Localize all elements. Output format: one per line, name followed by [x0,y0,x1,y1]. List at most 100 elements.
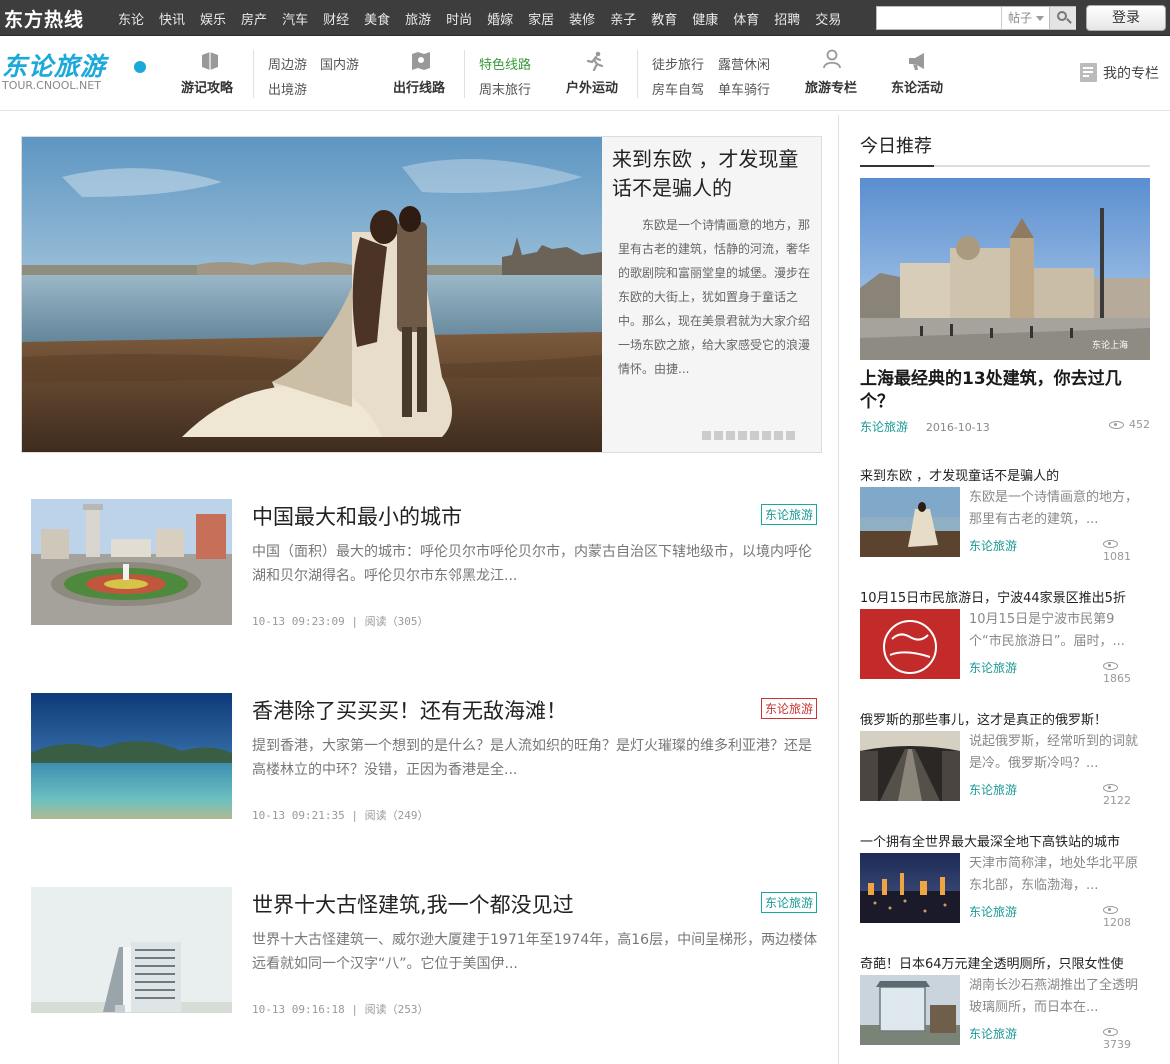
article-meta: 10-13 09:21:35 | 阅读（249） [252,809,429,822]
article-title[interactable]: 中国最大和最小的城市 [252,501,462,531]
recommend-thumbnail[interactable] [860,853,960,923]
article-thumbnail[interactable] [31,887,232,1013]
brand-logo[interactable]: 东论旅游 TOUR.CNOOL.NET [0,47,150,101]
top-nav-item[interactable]: 亲子 [610,9,636,28]
recommend-thumbnail[interactable] [860,731,960,801]
top-nav-item[interactable]: 东论 [118,9,144,28]
login-button[interactable]: 登录 [1086,5,1166,31]
top-nav-item[interactable]: 健康 [692,9,718,28]
article-title[interactable]: 香港除了买买买！还有无敌海滩！ [252,695,567,725]
recommend-item: 俄罗斯的那些事儿，这才是真正的俄罗斯！ 说起俄罗斯，经常听到的词就是冷。俄罗斯冷… [860,709,1150,819]
recommend-summary: 10月15日是宁波市民第9个“市民旅游日”。届时，... [969,612,1125,649]
carousel-dot[interactable] [762,431,771,440]
my-column-link[interactable]: 我的专栏 [1080,63,1159,83]
nav-sub-item[interactable]: 周边游 [268,54,307,73]
top-nav-item[interactable]: 财经 [323,9,349,28]
recommend-thumbnail[interactable] [860,487,960,557]
recommend-title[interactable]: 10月15日市民旅游日，宁波44家景区推出5折 [860,587,1126,606]
carousel-dot[interactable] [738,431,747,440]
nav-travelogue[interactable]: 游记攻略 [181,77,233,96]
top-nav-item[interactable]: 时尚 [446,9,472,28]
brand-url: TOUR.CNOOL.NET [2,79,101,92]
article-thumbnail[interactable] [31,693,232,819]
top-nav-item[interactable]: 装修 [569,9,595,28]
view-count: 452 [1109,418,1150,431]
featured-article[interactable]: 来到东欧 ，才发现童话不是骗人的 东欧是一个诗情画意的地方，那里有古老的建筑，恬… [21,136,822,453]
search-scope-select[interactable]: 帖子 [1001,7,1049,29]
category-tag[interactable]: 东论旅游 [761,504,818,525]
recommend-thumbnail[interactable] [860,609,960,679]
category-tag[interactable]: 东论旅游 [969,537,1017,554]
carousel-dot[interactable] [774,431,783,440]
category-tag[interactable]: 东论旅游 [860,420,908,434]
category-tag[interactable]: 东论旅游 [761,892,818,913]
recommend-title[interactable]: 俄罗斯的那些事儿，这才是真正的俄罗斯！ [860,709,1107,728]
recommend-title[interactable]: 奇葩！日本64万元建全透明厕所，只限女性使 [860,953,1124,972]
category-tag[interactable]: 东论旅游 [761,698,818,719]
eye-icon [1103,1028,1118,1036]
nav-sub-item[interactable]: 房车自驾 [652,79,704,98]
top-nav-item[interactable]: 旅游 [405,9,431,28]
nav-events[interactable]: 东论活动 [891,77,943,96]
category-tag[interactable]: 东论旅游 [969,781,1017,798]
view-count: 1208 [1103,903,1150,929]
carousel-dot[interactable] [786,431,795,440]
top-nav-item[interactable]: 教育 [651,9,677,28]
search-input[interactable] [877,7,1001,29]
top-nav-item[interactable]: 家居 [528,9,554,28]
search-box: 帖子 [876,6,1076,30]
nav-sub-item[interactable]: 周末旅行 [479,79,531,98]
view-count-value: 452 [1129,418,1150,431]
nav-column[interactable]: 旅游专栏 [805,77,857,96]
column-divider [838,115,839,1064]
category-tag[interactable]: 东论旅游 [969,1025,1017,1042]
nav-sub-item[interactable]: 国内游 [320,54,359,73]
top-nav-item[interactable]: 招聘 [774,9,800,28]
featured-image[interactable] [22,137,602,452]
article-summary: 世界十大古怪建筑一、威尔逊大厦建于1971年至1974年，高16层，中间呈梯形，… [252,932,818,972]
carousel-dot[interactable] [750,431,759,440]
recommend-thumbnail[interactable] [860,975,960,1045]
top-nav-item[interactable]: 房产 [241,9,267,28]
sidebar-hero-title[interactable]: 上海最经典的13处建筑，你去过几个？ [860,368,1150,414]
nav-sub-item[interactable]: 露营休闲 [718,54,770,73]
channel-nav: 东论旅游 TOUR.CNOOL.NET 游记攻略 周边游 国内游 出境游 出行线… [0,37,1170,111]
nav-sub-item[interactable]: 单车骑行 [718,79,770,98]
category-tag[interactable]: 东论旅游 [969,659,1017,676]
carousel-dot[interactable] [702,431,711,440]
top-nav: 东论 快讯 娱乐 房产 汽车 财经 美食 旅游 时尚 婚嫁 家居 装修 亲子 教… [118,9,856,28]
top-nav-item[interactable]: 美食 [364,9,390,28]
nav-sub-item[interactable]: 出境游 [268,79,307,98]
recommend-title[interactable]: 一个拥有全世界最大最深全地下高铁站的城市 [860,831,1120,850]
carousel-dot[interactable] [714,431,723,440]
recommend-summary: 湖南长沙石燕湖推出了全透明玻璃厕所，而日本在... [969,978,1139,1015]
eye-icon [1103,540,1118,548]
top-nav-item[interactable]: 婚嫁 [487,9,513,28]
article-item: 香港除了买买买！还有无敌海滩！ 东论旅游 提到香港，大家第一个想到的是什么？是人… [31,693,821,823]
site-logo[interactable]: 东方热线 [4,5,84,32]
eye-icon [1109,421,1124,429]
article-meta: 10-13 09:23:09 | 阅读（305） [252,615,429,628]
category-tag[interactable]: 东论旅游 [969,903,1017,920]
carousel-dot[interactable] [726,431,735,440]
recommend-title[interactable]: 来到东欧 ，才发现童话不是骗人的 [860,465,1059,484]
nav-outdoor[interactable]: 户外运动 [566,77,618,96]
top-nav-item[interactable]: 汽车 [282,9,308,28]
article-thumbnail[interactable] [31,499,232,625]
top-nav-item[interactable]: 交易 [815,9,841,28]
featured-title[interactable]: 来到东欧 ，才发现童话不是骗人的 [612,145,812,203]
article-title[interactable]: 世界十大古怪建筑,我一个都没见过 [252,889,574,919]
top-nav-item[interactable]: 快讯 [159,9,185,28]
nav-sub-item[interactable]: 徒步旅行 [652,54,704,73]
recommend-item: 10月15日市民旅游日，宁波44家景区推出5折 10月15日是宁波市民第9个“市… [860,587,1150,697]
top-nav-item[interactable]: 体育 [733,9,759,28]
view-count: 3739 [1103,1025,1150,1051]
view-count: 2122 [1103,781,1150,807]
search-button[interactable] [1049,7,1076,29]
article-meta: 10-13 09:16:18 | 阅读（253） [252,1003,429,1016]
sidebar-hero-image[interactable]: 东论上海 [860,178,1150,360]
nav-routes[interactable]: 出行线路 [393,77,445,96]
top-nav-item[interactable]: 娱乐 [200,9,226,28]
article-time: 10-13 09:21:35 [252,809,345,822]
nav-sub-item[interactable]: 特色线路 [479,54,531,73]
